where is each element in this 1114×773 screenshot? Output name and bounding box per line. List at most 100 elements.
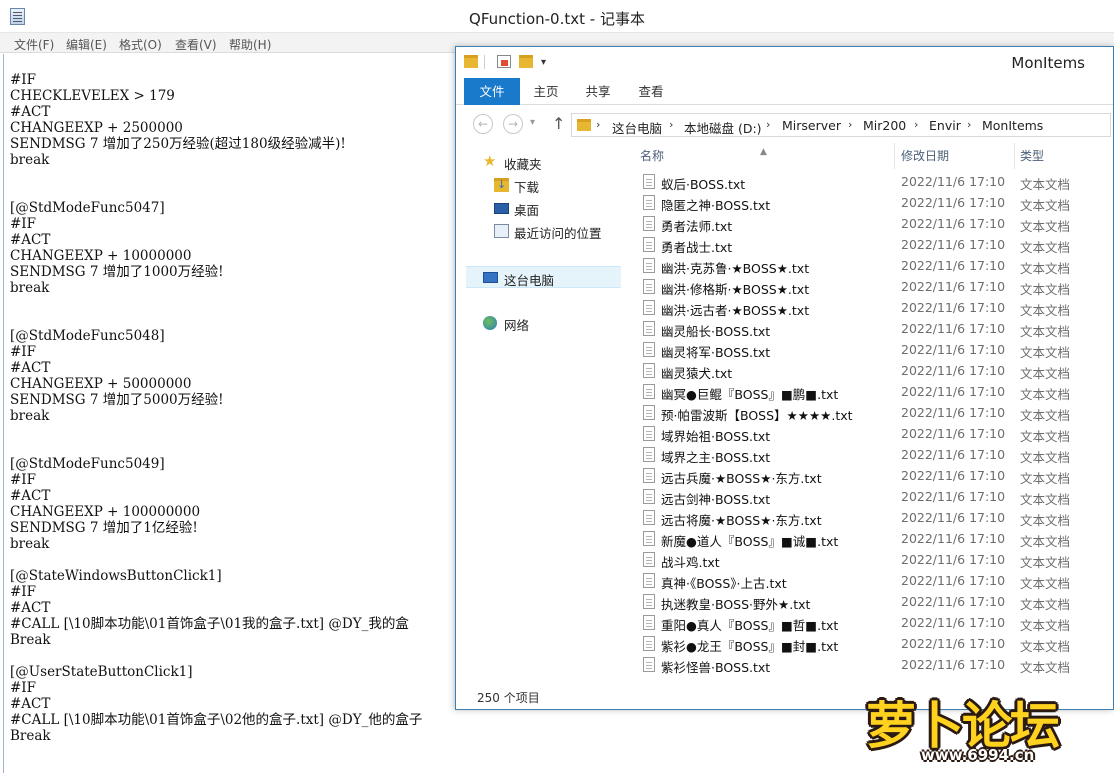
file-type: 文本文档 [1020,576,1071,591]
menu-edit[interactable]: 编辑(E) [66,36,107,53]
column-type[interactable]: 类型 [1015,143,1113,169]
file-name: 远古兵魔·★BOSS★·东方.txt [661,471,822,486]
file-row[interactable]: 远古剑神·BOSS.txt 2022/11/6 17:10 文本文档 [623,486,1113,507]
file-type: 文本文档 [1020,492,1071,507]
breadcrumb-envir[interactable]: Envir [929,118,961,133]
menu-file[interactable]: 文件(F) [14,36,54,53]
up-arrow-icon[interactable]: ↑ [552,114,565,133]
breadcrumb-arrow-icon[interactable]: › [848,118,852,131]
menu-help[interactable]: 帮助(H) [229,36,271,53]
breadcrumb-local-disk[interactable]: 本地磁盘 (D:) [684,118,762,137]
file-date: 2022/11/6 17:10 [901,447,1006,462]
file-row[interactable]: 幽灵船长·BOSS.txt 2022/11/6 17:10 文本文档 [623,318,1113,339]
breadcrumb-arrow-icon[interactable]: › [596,118,600,131]
file-date: 2022/11/6 17:10 [901,258,1006,273]
text-line: #ACT [10,232,51,248]
file-date: 2022/11/6 17:10 [901,468,1006,483]
file-row[interactable]: 紫衫●龙王『BOSS』■封■.txt 2022/11/6 17:10 文本文档 [623,633,1113,654]
file-date: 2022/11/6 17:10 [901,384,1006,399]
breadcrumb-arrow-icon[interactable]: › [766,118,770,131]
address-folder-icon [577,119,591,131]
sidebar-label: 最近访问的位置 [514,226,602,241]
text-file-icon [643,489,655,504]
sidebar-item-downloads[interactable]: 下载 [456,174,623,196]
text-line: [@UserStateButtonClick1] [10,664,193,680]
file-row[interactable]: 远古将魔·★BOSS★·东方.txt 2022/11/6 17:10 文本文档 [623,507,1113,528]
column-name[interactable]: 名称 ▲ [623,143,895,169]
file-row[interactable]: 隐匿之神·BOSS.txt 2022/11/6 17:10 文本文档 [623,192,1113,213]
file-row[interactable]: 新魔●道人『BOSS』■诚■.txt 2022/11/6 17:10 文本文档 [623,528,1113,549]
menu-format[interactable]: 格式(O) [119,36,162,53]
file-name: 幽灵猿犬.txt [661,366,733,381]
recent-locations-icon[interactable]: ▾ [530,117,535,128]
notepad-text-area[interactable]: #IF CHECKLEVELEX > 179 #ACT CHANGEEXP + 250… [3,54,458,773]
sidebar-item-desktop[interactable]: 桌面 [456,197,623,219]
chevron-down-icon[interactable]: ▾ [541,57,549,70]
column-date-modified[interactable]: 修改日期 [895,143,1015,169]
file-name: 幽灵船长·BOSS.txt [661,324,771,339]
file-row[interactable]: 执迷教皇·BOSS·野外★.txt 2022/11/6 17:10 文本文档 [623,591,1113,612]
text-line: Break [10,632,51,648]
text-line: CHANGEEXP + 10000000 [10,248,192,264]
file-type: 文本文档 [1020,198,1071,213]
file-row[interactable]: 战斗鸡.txt 2022/11/6 17:10 文本文档 [623,549,1113,570]
new-folder-icon[interactable] [519,55,533,68]
sidebar-item-network[interactable]: 网络 [456,312,623,334]
text-file-icon [643,531,655,546]
file-row[interactable]: 幽灵猿犬.txt 2022/11/6 17:10 文本文档 [623,360,1113,381]
file-row[interactable]: 域界之主·BOSS.txt 2022/11/6 17:10 文本文档 [623,444,1113,465]
downloads-icon [494,178,509,192]
explorer-titlebar: ▾ MonItems [456,47,1113,78]
tab-share[interactable]: 共享 [578,78,618,105]
forward-icon[interactable]: → [503,114,523,134]
text-file-icon [643,657,655,672]
file-row[interactable]: 幽洪·修格斯·★BOSS★.txt 2022/11/6 17:10 文本文档 [623,276,1113,297]
file-row[interactable]: 远古兵魔·★BOSS★·东方.txt 2022/11/6 17:10 文本文档 [623,465,1113,486]
breadcrumb-mir200[interactable]: Mir200 [863,118,906,133]
text-line [10,552,422,568]
file-name: 幽洪·修格斯·★BOSS★.txt [661,282,810,297]
menu-view[interactable]: 查看(V) [175,36,217,53]
sidebar-item-this-pc[interactable]: 这台电脑 [466,266,621,288]
file-row[interactable]: 幽洪·克苏鲁·★BOSS★.txt 2022/11/6 17:10 文本文档 [623,255,1113,276]
breadcrumb-arrow-icon[interactable]: › [669,118,673,131]
back-icon[interactable]: ← [473,114,493,134]
star-icon: ★ [483,152,497,170]
file-row[interactable]: 幽灵将军·BOSS.txt 2022/11/6 17:10 文本文档 [623,339,1113,360]
file-row[interactable]: 勇者战士.txt 2022/11/6 17:10 文本文档 [623,234,1113,255]
file-row[interactable]: 勇者法师.txt 2022/11/6 17:10 文本文档 [623,213,1113,234]
breadcrumb-mirserver[interactable]: Mirserver [782,118,841,133]
file-name: 域界始祖·BOSS.txt [661,429,771,444]
text-file-icon [643,594,655,609]
breadcrumb-this-pc[interactable]: 这台电脑 [612,118,662,137]
breadcrumb-arrow-icon[interactable]: › [914,118,918,131]
file-name: 远古剑神·BOSS.txt [661,492,771,507]
file-row[interactable]: 域界始祖·BOSS.txt 2022/11/6 17:10 文本文档 [623,423,1113,444]
file-row[interactable]: 真神·《BOSS》·上古.txt 2022/11/6 17:10 文本文档 [623,570,1113,591]
sidebar-item-favorites[interactable]: ★ 收藏夹 [456,151,623,173]
file-row[interactable]: 幽洪·远古者·★BOSS★.txt 2022/11/6 17:10 文本文档 [623,297,1113,318]
sidebar-item-recent[interactable]: 最近访问的位置 [456,220,623,242]
file-row[interactable]: 幽冥●巨鲲『BOSS』■鹏■.txt 2022/11/6 17:10 文本文档 [623,381,1113,402]
file-row[interactable]: 蚁后·BOSS.txt 2022/11/6 17:10 文本文档 [623,171,1113,192]
file-type: 文本文档 [1020,534,1071,549]
text-file-icon [643,405,655,420]
file-name: 预·帕雷波斯【BOSS】★★★★.txt [661,408,853,423]
breadcrumb-arrow-icon[interactable]: › [967,118,971,131]
file-row[interactable]: 重阳●真人『BOSS』■哲■.txt 2022/11/6 17:10 文本文档 [623,612,1113,633]
file-date: 2022/11/6 17:10 [901,489,1006,504]
notepad-title: QFunction-0.txt - 记事本 [469,10,645,28]
address-bar[interactable]: › 这台电脑 › 本地磁盘 (D:) › Mirserver › Mir200 … [571,113,1111,137]
file-row[interactable]: 预·帕雷波斯【BOSS】★★★★.txt 2022/11/6 17:10 文本文档 [623,402,1113,423]
properties-icon[interactable] [497,55,511,68]
text-line: CHECKLEVELEX > 179 [10,88,175,104]
breadcrumb-monitems[interactable]: MonItems [982,118,1043,133]
file-row[interactable]: 紫衫怪兽·BOSS.txt 2022/11/6 17:10 文本文档 [623,654,1113,675]
tab-file[interactable]: 文件 [464,78,520,105]
explorer-title: MonItems [1011,54,1085,72]
recent-places-icon [494,224,509,238]
tab-home[interactable]: 主页 [526,78,566,105]
text-line: SENDMSG 7 增加了1000万经验! [10,264,224,280]
tab-view[interactable]: 查看 [631,78,671,105]
file-type: 文本文档 [1020,471,1071,486]
